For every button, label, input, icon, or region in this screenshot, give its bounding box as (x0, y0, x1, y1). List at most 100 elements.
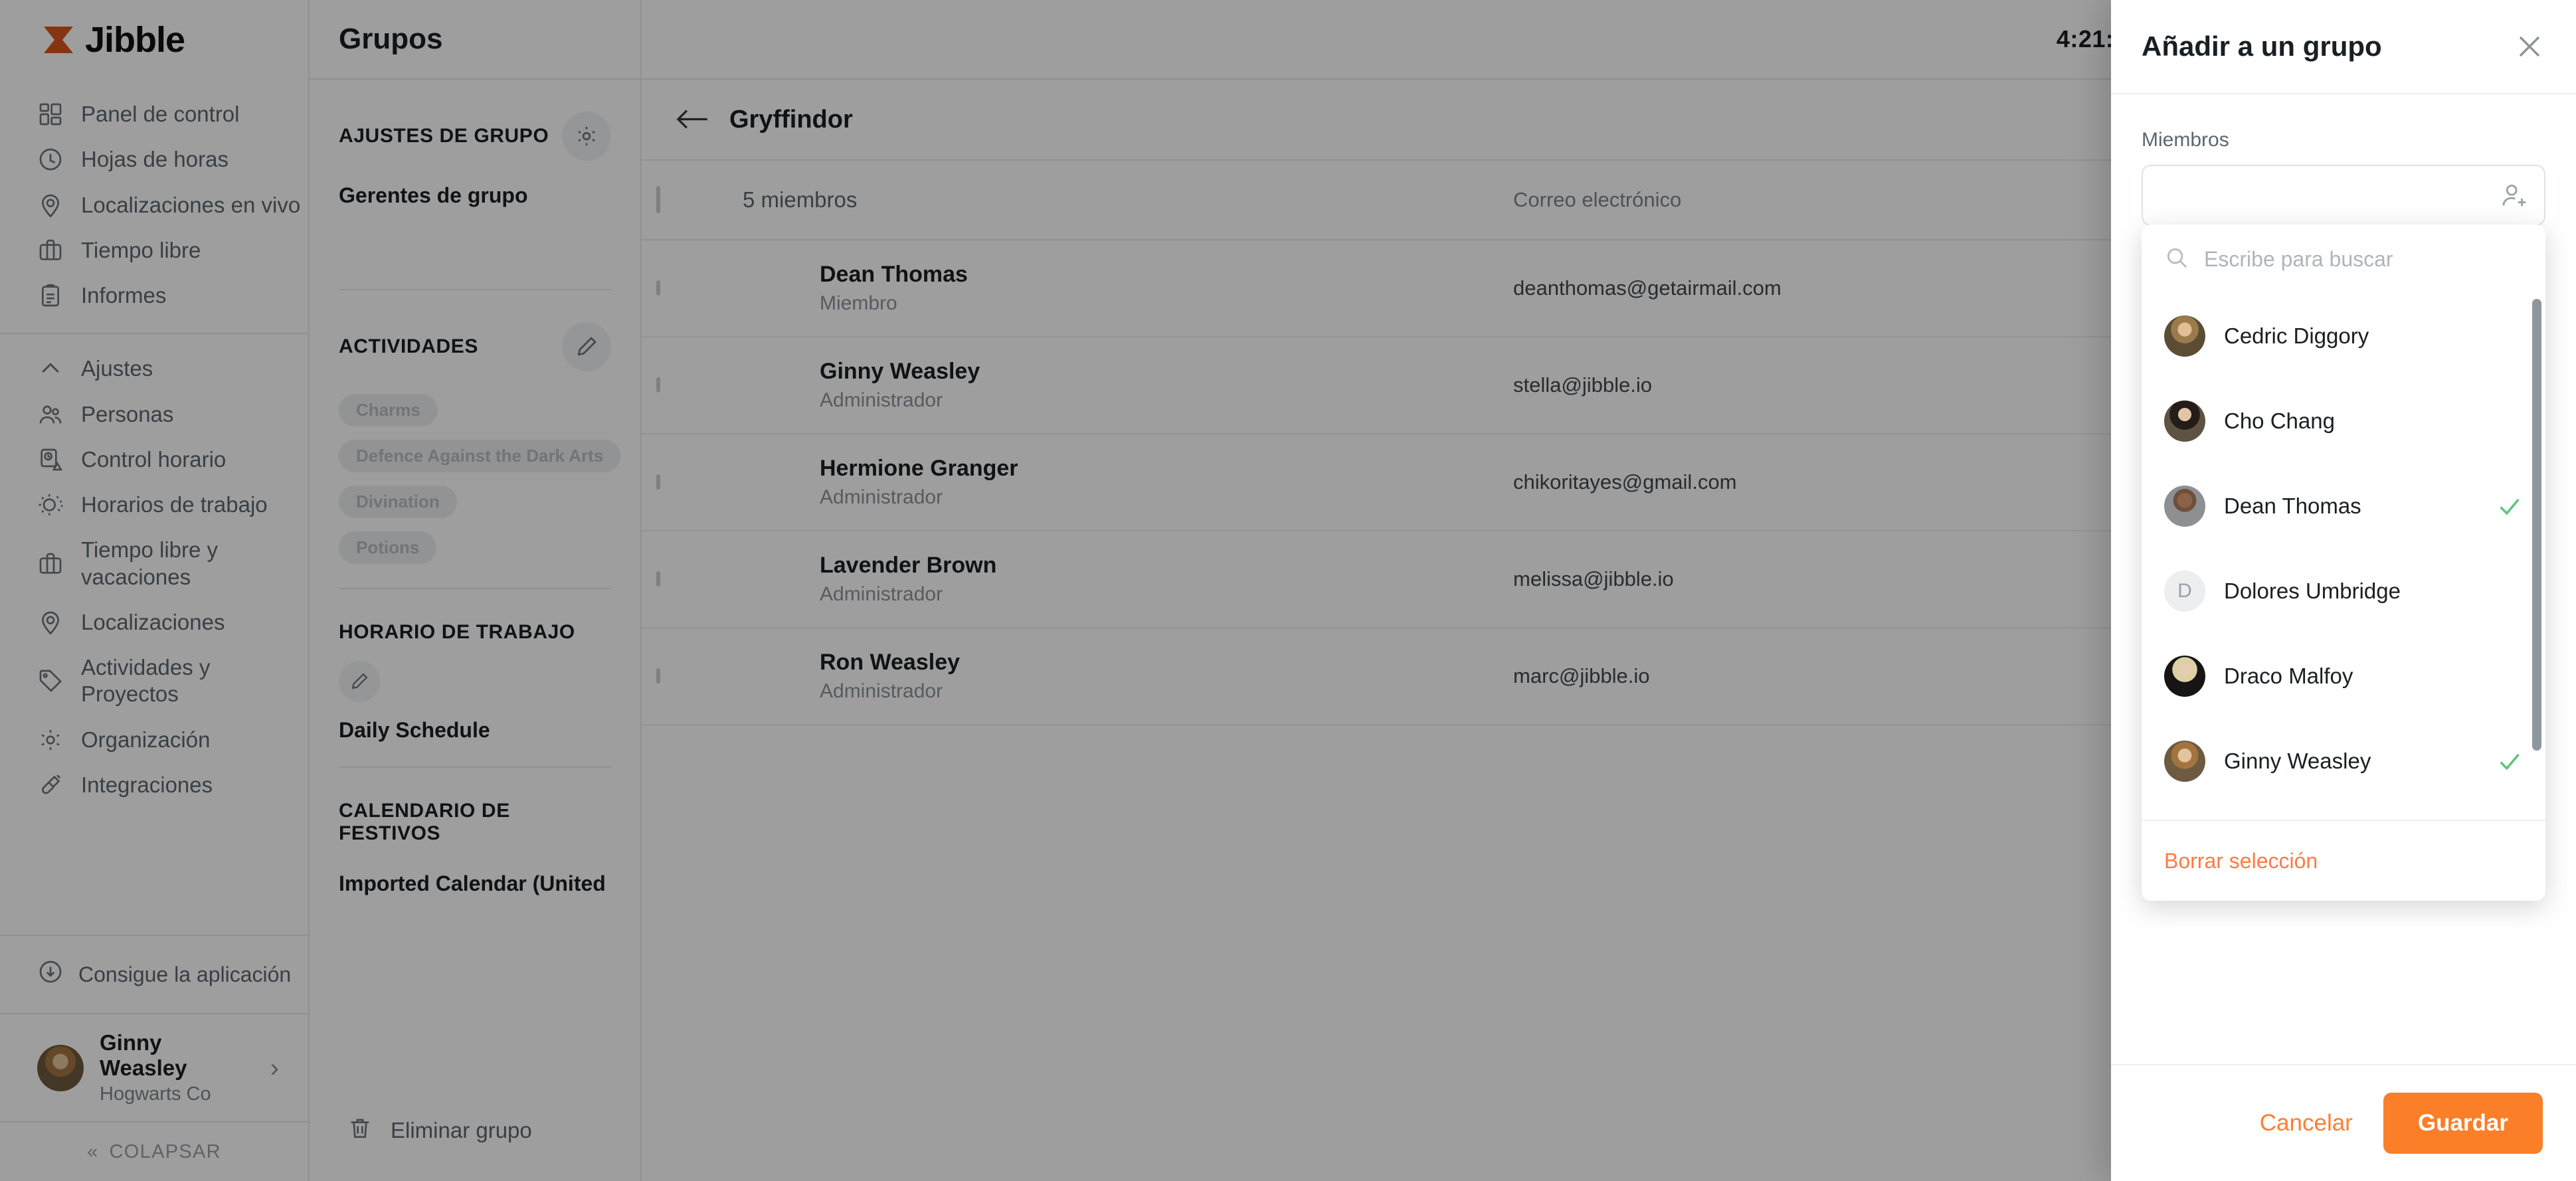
check-icon (2496, 493, 2523, 519)
dropdown-search (2142, 225, 2545, 294)
group-settings-panel: Grupos AJUSTES DE GRUPO Gerentes de grup… (310, 0, 642, 1181)
drawer-footer: Cancelar Guardar (2111, 1064, 2576, 1181)
cancel-button[interactable]: Cancelar (2260, 1110, 2353, 1136)
sidebar-item-horarios-de-trabajo[interactable]: Horarios de trabajo (0, 482, 308, 527)
sidebar-item-tiempo-libre-y-vacaciones[interactable]: Tiempo libre y vacaciones (0, 527, 308, 600)
sidebar-item-hojas-de-horas[interactable]: Hojas de horas (0, 137, 308, 182)
page-title: Grupos (339, 23, 443, 55)
nav-group-settings: Ajustes Personas Control horario Horario… (0, 334, 308, 822)
sidebar-item-organizacion[interactable]: Organización (0, 717, 308, 763)
list-item[interactable]: Cho Chang (2142, 379, 2545, 464)
sidebar-item-integraciones[interactable]: Integraciones (0, 763, 308, 808)
select-all-cell (642, 159, 728, 240)
brand[interactable]: Jibble (0, 0, 308, 80)
list-item[interactable]: Dean Thomas (2142, 464, 2545, 549)
add-to-group-drawer: Añadir a un grupo Miembros Escribe para … (2111, 0, 2576, 1181)
sidebar-item-actividades-y-proyectos[interactable]: Actividades y Proyectos (0, 645, 308, 717)
row-checkbox[interactable] (656, 571, 660, 587)
option-label: Ginny Weasley (2224, 749, 2371, 773)
row-user-cell: Ginny Weasley Administrador (728, 337, 1499, 434)
sidebar-item-label: Tiempo libre (81, 237, 201, 262)
get-app-label: Consigue la aplicación (78, 962, 292, 986)
get-app-button[interactable]: Consigue la aplicación (0, 935, 308, 1013)
nav-group-primary: Panel de control Hojas de horas Localiza… (0, 80, 308, 333)
sidebar-item-control-horario[interactable]: Control horario (0, 437, 308, 482)
briefcase-icon (37, 551, 64, 577)
activity-chip[interactable]: Defence Against the Dark Arts (339, 440, 621, 472)
section-title: CALENDARIO DE FESTIVOS (339, 800, 510, 844)
sidebar-item-panel-de-control[interactable]: Panel de control (0, 92, 308, 137)
row-checkbox-cell (642, 628, 728, 725)
members-field-label: Miembros (2142, 129, 2229, 151)
user-name: Ginny Weasley (100, 1030, 187, 1080)
delete-group-button[interactable]: Eliminar grupo (310, 1115, 640, 1181)
left-sidebar: Jibble Panel de control Hojas de horas L… (0, 0, 310, 1181)
add-person-icon[interactable] (2499, 180, 2530, 211)
activity-chip[interactable]: Charms (339, 394, 438, 426)
list-item[interactable]: Draco Malfoy (2142, 634, 2545, 719)
sidebar-item-informes[interactable]: Informes (0, 273, 308, 318)
list-item[interactable]: Ginny Weasley (2142, 719, 2545, 804)
sidebar-item-ajustes[interactable]: Ajustes (0, 346, 308, 391)
row-checkbox[interactable] (656, 377, 660, 393)
row-checkbox[interactable] (656, 280, 660, 296)
option-label: Dolores Umbridge (2224, 579, 2401, 603)
clear-selection-link[interactable]: Borrar selección (2164, 849, 2318, 873)
section-header: AJUSTES DE GRUPO (339, 112, 611, 161)
sidebar-user-row[interactable]: Ginny Weasley Hogwarts Co › (0, 1013, 308, 1121)
dropdown-scrollbar[interactable] (2532, 299, 2541, 751)
chevron-right-icon: › (270, 1053, 279, 1083)
sidebar-item-tiempo-libre[interactable]: Tiempo libre (0, 228, 308, 273)
row-checkbox-cell (642, 531, 728, 628)
avatar (37, 1044, 84, 1091)
dropdown-footer: Borrar selección (2142, 821, 2545, 901)
row-checkbox[interactable] (656, 668, 660, 683)
gear-icon[interactable] (562, 112, 611, 161)
row-user-name: Lavender Brown (820, 553, 997, 578)
group-managers-avatars[interactable] (339, 225, 611, 265)
selected-members-avatars (2158, 175, 2326, 216)
list-item[interactable]: D Dolores Umbridge (2142, 549, 2545, 634)
row-user-cell: Hermione Granger Administrador (728, 434, 1499, 531)
arrow-left-icon[interactable] (675, 106, 709, 133)
list-item[interactable]: Cedric Diggory (2142, 294, 2545, 379)
sidebar-item-localizaciones-en-vivo[interactable]: Localizaciones en vivo (0, 183, 308, 228)
clock-icon (37, 146, 64, 173)
download-circle-icon (37, 958, 64, 990)
avatar (2164, 656, 2205, 697)
delete-group-label: Eliminar grupo (391, 1118, 532, 1142)
brand-name: Jibble (85, 20, 185, 60)
row-user-name: Hermione Granger (820, 456, 1018, 481)
row-checkbox-cell (642, 337, 728, 434)
section-header: ACTIVIDADES (339, 322, 611, 371)
chevron-up-icon (37, 355, 64, 382)
row-user-cell: Ron Weasley Administrador (728, 628, 1499, 725)
section-title: HORARIO DE TRABAJO (339, 621, 575, 643)
schedule-icon (37, 492, 64, 518)
dropdown-options-list[interactable]: Cedric Diggory Cho Chang Dean Thomas D D… (2142, 294, 2545, 821)
drawer-title: Añadir a un grupo (2142, 31, 2382, 62)
pencil-icon[interactable] (562, 322, 611, 371)
section-group-settings: AJUSTES DE GRUPO Gerentes de grupo (339, 80, 611, 289)
sidebar-item-personas[interactable]: Personas (0, 392, 308, 437)
members-select-box[interactable] (2142, 165, 2545, 226)
activity-chip[interactable]: Divination (339, 486, 457, 518)
search-input[interactable] (2204, 246, 2523, 272)
time-tracking-icon (37, 446, 64, 473)
sidebar-item-label: Hojas de horas (81, 147, 229, 172)
row-user-role: Miembro (820, 292, 897, 314)
avatar (2164, 741, 2205, 782)
section-title: AJUSTES DE GRUPO (339, 125, 549, 147)
column-header-email: Correo electrónico (1499, 159, 2189, 240)
activity-chip[interactable]: Potions (339, 531, 437, 564)
sidebar-item-label: Personas (81, 401, 174, 426)
user-meta: Ginny Weasley Hogwarts Co (100, 1030, 254, 1105)
collapse-sidebar-button[interactable]: « COLAPSAR (0, 1121, 308, 1181)
sidebar-item-localizaciones[interactable]: Localizaciones (0, 600, 308, 645)
list-item[interactable]: Harry Potter (2142, 804, 2545, 820)
row-checkbox[interactable] (656, 474, 660, 490)
save-button[interactable]: Guardar (2383, 1093, 2543, 1154)
close-icon[interactable] (2514, 31, 2545, 62)
pencil-icon[interactable] (339, 661, 380, 702)
select-all-checkbox[interactable] (656, 186, 660, 213)
